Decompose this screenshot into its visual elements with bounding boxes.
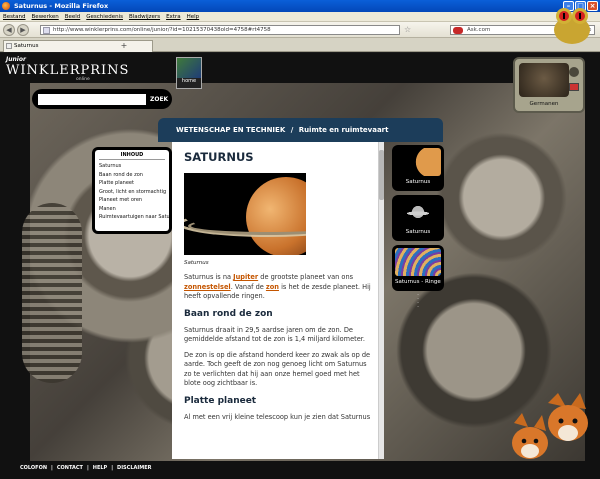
thumbnail-saturnus-1[interactable]: Saturnus (392, 145, 444, 191)
page-viewport: Junior WINKLERPRINS online home ZOEK Ger… (0, 53, 600, 479)
breadcrumb-separator: / (290, 126, 294, 134)
toc-item[interactable]: Planeet met oren (99, 196, 165, 205)
category-link[interactable]: WETENSCHAP EN TECHNIEK (176, 126, 285, 134)
tab-saturnus[interactable]: Saturnus (3, 40, 153, 52)
firefox-icon (2, 2, 10, 10)
logo-winklerprins: WINKLERPRINS (6, 63, 130, 78)
menu-bookmarks[interactable]: Bladwijzers (129, 12, 160, 21)
footer-separator: | (86, 465, 89, 471)
p1-text-a: Saturnus is na (184, 273, 234, 281)
menu-view[interactable]: Beeld (65, 12, 81, 21)
thumbnail-label: Saturnus (405, 229, 431, 235)
home-button[interactable]: home (176, 57, 202, 89)
toc-item[interactable]: Baan rond de zon (99, 171, 165, 180)
site-logo[interactable]: Junior WINKLERPRINS online (6, 56, 130, 82)
footer-separator: | (51, 465, 53, 471)
tv-feature[interactable]: Germanen (513, 57, 585, 113)
tv-knob-icon (569, 67, 579, 77)
menu-history[interactable]: Geschiedenis (86, 12, 123, 21)
tv-caption: Germanen (529, 101, 559, 107)
link-zon[interactable]: zon (266, 283, 279, 291)
menu-help[interactable]: Help (187, 12, 200, 21)
toc-item[interactable]: Groot, licht en stormachtig (99, 188, 166, 197)
section-header: WETENSCHAP EN TECHNIEK / Ruimte en ruimt… (158, 118, 443, 142)
thumbnail-label: Saturnus (405, 179, 431, 185)
thumbnail-image (395, 148, 441, 176)
thumbnail-image (395, 248, 441, 276)
forward-icon[interactable]: ▶ (17, 24, 29, 36)
menu-edit[interactable]: Bewerken (32, 12, 59, 21)
intro-paragraph: Saturnus is na Jupiter de grootste plane… (184, 273, 374, 302)
heading-platte: Platte planeet (184, 395, 257, 406)
toc-item[interactable]: Saturnus (99, 162, 165, 171)
home-image (177, 58, 201, 78)
footer-colofon-link[interactable]: COLOFON (20, 461, 47, 479)
p1-text-b: de grootste planeet van ons (258, 273, 354, 281)
search-engine-text: Ask.com (467, 27, 491, 33)
paragraph-baan-1: Saturnus draait in 29,5 aardse jaren om … (184, 325, 366, 344)
toc-item[interactable]: Manen (99, 205, 165, 214)
tab-strip: Saturnus + (0, 38, 600, 52)
site-search-input[interactable] (38, 94, 146, 105)
table-of-contents: INHOUD Saturnus Baan rond de zon Platte … (92, 147, 172, 234)
window-titlebar: Saturnus - Mozilla Firefox – □ × (0, 0, 600, 12)
new-tab-button[interactable]: + (118, 41, 130, 51)
menu-tools[interactable]: Extra (166, 12, 181, 21)
thumbnail-saturnus-2[interactable]: Saturnus (392, 195, 444, 241)
foxes-mascot-icon (512, 393, 588, 459)
site-search: ZOEK (32, 89, 172, 109)
scrollbar-thumb[interactable] (379, 150, 384, 200)
paragraph-platte: Al met een vrij kleine telescoop kun je … (184, 412, 371, 421)
menu-file[interactable]: Bestand (3, 12, 26, 21)
article-panel: SATURNUS Saturnus Saturnus is na Jupiter… (172, 142, 384, 459)
home-label: home (181, 78, 197, 84)
footer-contact-link[interactable]: CONTACT (57, 461, 83, 479)
thumbnail-image (395, 198, 441, 226)
thumbnail-saturnus-ringen[interactable]: Saturnus - Ringen (392, 245, 444, 291)
address-bar[interactable]: http://www.winklerprins.com/online/junio… (40, 25, 400, 35)
ask-engine-icon[interactable] (453, 27, 463, 34)
frog-mascot-icon (554, 8, 590, 44)
bookmark-star-icon[interactable]: ☆ (404, 25, 411, 35)
back-icon[interactable]: ◀ (3, 24, 15, 36)
footer-help-link[interactable]: HELP (93, 461, 107, 479)
more-thumbnails-indicator: · · · · (417, 292, 419, 310)
link-zonnestelsel[interactable]: zonnestelsel (184, 283, 231, 291)
paragraph-baan-2: De zon is op die afstand honderd keer zo… (184, 350, 371, 388)
link-jupiter[interactable]: Jupiter (233, 273, 258, 281)
navigation-toolbar: ◀ ▶ http://www.winklerprins.com/online/j… (0, 22, 600, 38)
address-text: http://www.winklerprins.com/online/junio… (53, 27, 271, 33)
heading-baan: Baan rond de zon (184, 308, 273, 319)
article-title: SATURNUS (184, 150, 254, 164)
menu-bar: Bestand Bewerken Beeld Geschiedenis Blad… (0, 12, 600, 22)
tv-screen-image (519, 63, 569, 97)
subcategory-link[interactable]: Ruimte en ruimtevaart (299, 126, 389, 134)
tv-button-icon (569, 83, 579, 91)
tab-favicon-icon (6, 43, 12, 49)
p1-text-c: . Vanaf de (230, 282, 266, 291)
article-scrollbar[interactable] (378, 142, 384, 459)
saturn-image[interactable] (184, 173, 306, 255)
gear-image (22, 203, 82, 383)
toc-item[interactable]: Platte planeet (99, 179, 165, 188)
toc-heading: INHOUD (99, 152, 165, 160)
tab-label: Saturnus (14, 43, 39, 49)
footer-disclaimer-link[interactable]: DISCLAIMER (117, 461, 151, 479)
footer-separator: | (111, 465, 114, 471)
site-favicon-icon (43, 27, 50, 34)
thumbnail-label: Saturnus - Ringen (395, 279, 441, 285)
site-footer: COLOFON | CONTACT | HELP | DISCLAIMER (0, 461, 600, 479)
search-submit-button[interactable]: ZOEK (150, 94, 168, 105)
toc-item[interactable]: Ruimtevaartuigen naar Saturnus (99, 213, 169, 222)
logo-online: online (76, 77, 90, 82)
logo-junior: Junior (6, 56, 26, 63)
window-title: Saturnus - Mozilla Firefox (14, 2, 109, 10)
image-caption: Saturnus (184, 260, 209, 266)
